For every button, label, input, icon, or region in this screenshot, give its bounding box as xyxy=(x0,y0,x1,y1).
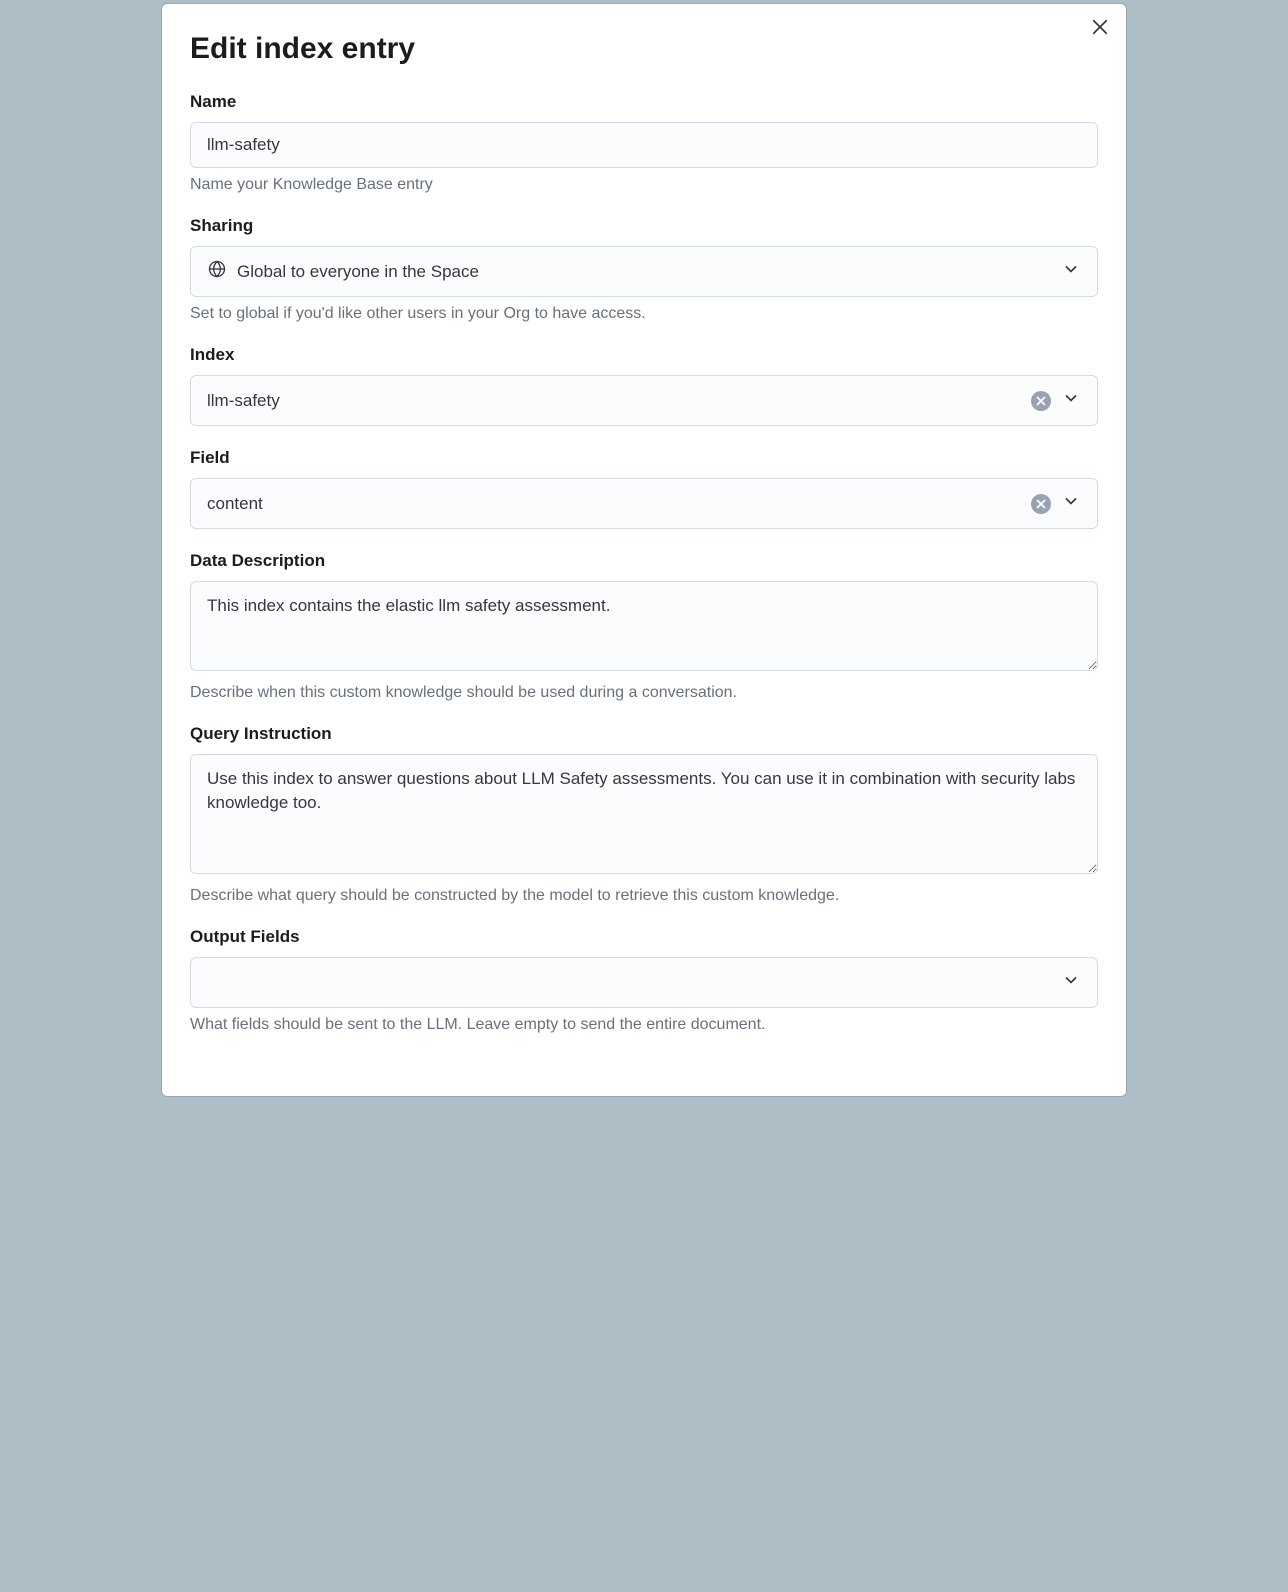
field-select[interactable]: content xyxy=(190,478,1098,529)
output-fields-select[interactable] xyxy=(190,957,1098,1008)
output-fields-label: Output Fields xyxy=(190,927,1098,947)
name-label: Name xyxy=(190,92,1098,112)
edit-index-entry-modal: Edit index entry Name Name your Knowledg… xyxy=(161,3,1127,1097)
output-fields-field-group: Output Fields What fields should be sent… xyxy=(190,927,1098,1034)
chevron-down-icon xyxy=(1061,259,1081,284)
output-fields-help: What fields should be sent to the LLM. L… xyxy=(190,1016,1098,1034)
data-description-label: Data Description xyxy=(190,551,1098,571)
field-field-group: Field content xyxy=(190,448,1098,529)
modal-title: Edit index entry xyxy=(190,32,1098,66)
data-description-help: Describe when this custom knowledge shou… xyxy=(190,684,1098,702)
globe-icon xyxy=(207,259,227,284)
name-help: Name your Knowledge Base entry xyxy=(190,176,1098,194)
clear-index-button[interactable] xyxy=(1031,391,1051,411)
index-label: Index xyxy=(190,345,1098,365)
index-value: llm-safety xyxy=(207,391,280,411)
name-input[interactable] xyxy=(190,122,1098,168)
sharing-help: Set to global if you'd like other users … xyxy=(190,305,1098,323)
index-field-group: Index llm-safety xyxy=(190,345,1098,426)
sharing-label: Sharing xyxy=(190,216,1098,236)
chevron-down-icon xyxy=(1061,970,1081,995)
sharing-select[interactable]: Global to everyone in the Space xyxy=(190,246,1098,297)
close-icon xyxy=(1091,18,1109,39)
index-select[interactable]: llm-safety xyxy=(190,375,1098,426)
query-instruction-field-group: Query Instruction Describe what query sh… xyxy=(190,724,1098,905)
field-value: content xyxy=(207,494,263,514)
query-instruction-label: Query Instruction xyxy=(190,724,1098,744)
chevron-down-icon xyxy=(1061,388,1081,413)
sharing-value: Global to everyone in the Space xyxy=(237,262,479,282)
query-instruction-help: Describe what query should be constructe… xyxy=(190,887,1098,905)
sharing-field-group: Sharing Global to everyone in the Space … xyxy=(190,216,1098,323)
chevron-down-icon xyxy=(1061,491,1081,516)
clear-field-button[interactable] xyxy=(1031,494,1051,514)
query-instruction-textarea[interactable] xyxy=(190,754,1098,874)
data-description-textarea[interactable] xyxy=(190,581,1098,671)
field-label: Field xyxy=(190,448,1098,468)
close-button[interactable] xyxy=(1086,14,1114,42)
name-field-group: Name Name your Knowledge Base entry xyxy=(190,92,1098,194)
data-description-field-group: Data Description Describe when this cust… xyxy=(190,551,1098,702)
